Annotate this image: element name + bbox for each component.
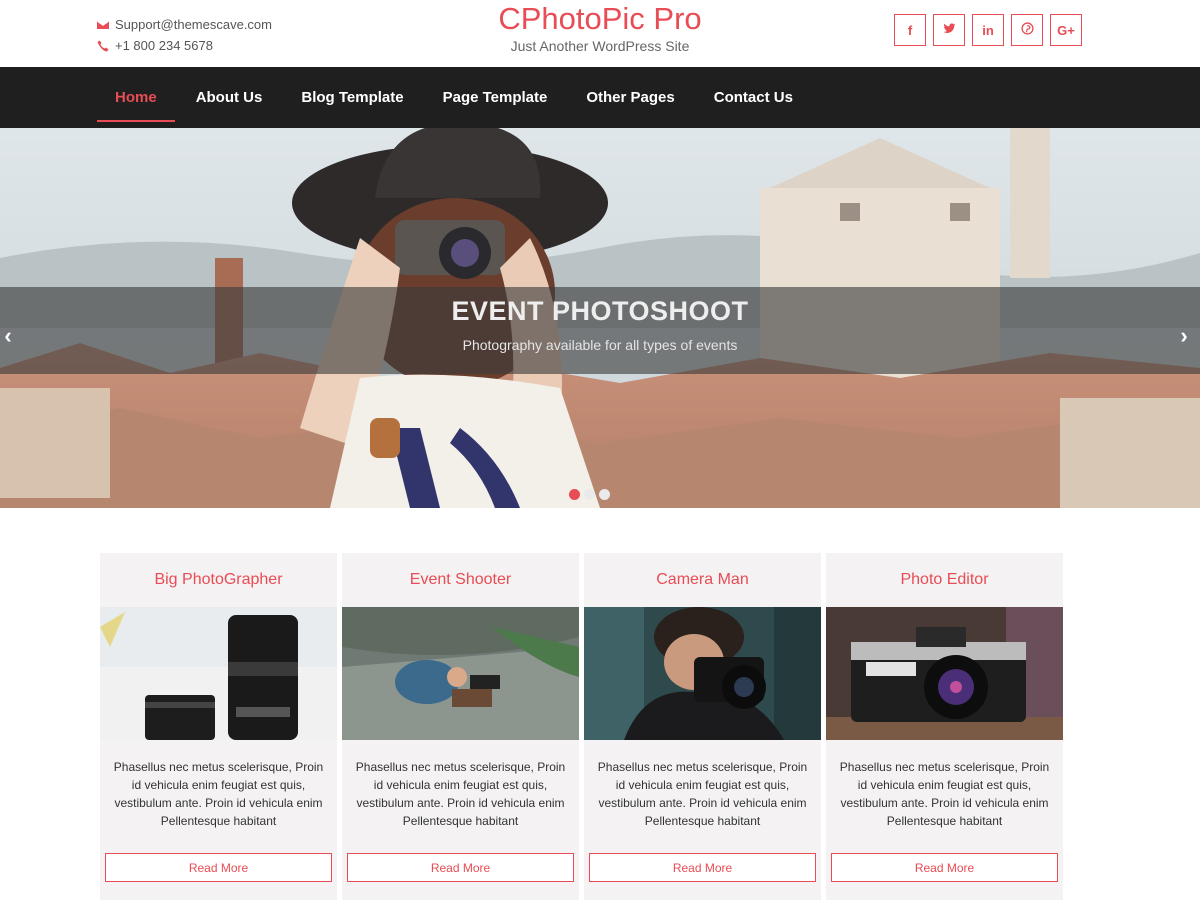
slider-next-button[interactable]: › [1176,323,1192,348]
card-text: Phasellus nec metus scelerisque, Proin i… [839,760,1050,828]
main-navigation: Home About Us Blog Template Page Templat… [0,67,1200,128]
service-card: Big PhotoGrapher Phasellus nec metus sce… [100,553,337,900]
twitter-icon [943,22,956,38]
card-title[interactable]: Event Shooter [342,553,579,607]
pinterest-button[interactable] [1011,14,1043,46]
read-more-button[interactable]: Read More [831,853,1058,882]
slider-prev-button[interactable]: ‹ [0,323,16,348]
slider-dot[interactable] [584,489,595,500]
nav-item-page-template[interactable]: Page Template [425,67,566,128]
slide-caption: EVENT PHOTOSHOOT Photography available f… [0,287,1200,374]
linkedin-button[interactable]: in [972,14,1004,46]
read-more-button[interactable]: Read More [105,853,332,882]
card-image-lenses [100,607,337,740]
social-links: f in G+ [894,14,1082,46]
card-title[interactable]: Big PhotoGrapher [100,553,337,607]
nav-menu: Home About Us Blog Template Page Templat… [97,67,814,128]
pinterest-icon [1020,22,1034,38]
service-card: Event Shooter Phasellus nec metus sceler… [342,553,579,900]
chevron-left-icon: ‹ [4,323,12,348]
read-more-button[interactable]: Read More [347,853,574,882]
chevron-right-icon: › [1180,323,1188,348]
facebook-button[interactable]: f [894,14,926,46]
slider-dot[interactable] [599,489,610,500]
card-title[interactable]: Photo Editor [826,553,1063,607]
card-image-camera [826,607,1063,740]
slider-dot[interactable] [569,489,580,500]
slide-title: EVENT PHOTOSHOOT [451,296,749,326]
card-text: Phasellus nec metus scelerisque, Proin i… [355,760,566,828]
service-cards: Big PhotoGrapher Phasellus nec metus sce… [100,553,1063,900]
nav-item-contact-us[interactable]: Contact Us [696,67,811,128]
google-plus-button[interactable]: G+ [1050,14,1082,46]
service-card: Camera Man Phasellus nec metus scelerisq… [584,553,821,900]
nav-item-blog-template[interactable]: Blog Template [283,67,421,128]
read-more-button[interactable]: Read More [589,853,816,882]
hero-slider: EVENT PHOTOSHOOT Photography available f… [0,128,1200,508]
card-image-camera-man [584,607,821,740]
card-text: Phasellus nec metus scelerisque, Proin i… [113,760,324,828]
google-plus-icon: G+ [1057,22,1075,38]
twitter-button[interactable] [933,14,965,46]
card-title[interactable]: Camera Man [584,553,821,607]
nav-item-home[interactable]: Home [97,67,175,128]
card-text: Phasellus nec metus scelerisque, Proin i… [597,760,808,828]
slide-subtitle: Photography available for all types of e… [462,337,738,353]
nav-item-about-us[interactable]: About Us [178,67,281,128]
facebook-icon: f [907,22,913,38]
linkedin-icon: in [982,22,994,38]
card-image-event-shooter [342,607,579,740]
nav-item-other-pages[interactable]: Other Pages [568,67,692,128]
slider-pagination [569,489,610,500]
service-card: Photo Editor Phasellus nec metus sceleri… [826,553,1063,900]
site-header: Support@themescave.com +1 800 234 5678 C… [0,0,1200,67]
